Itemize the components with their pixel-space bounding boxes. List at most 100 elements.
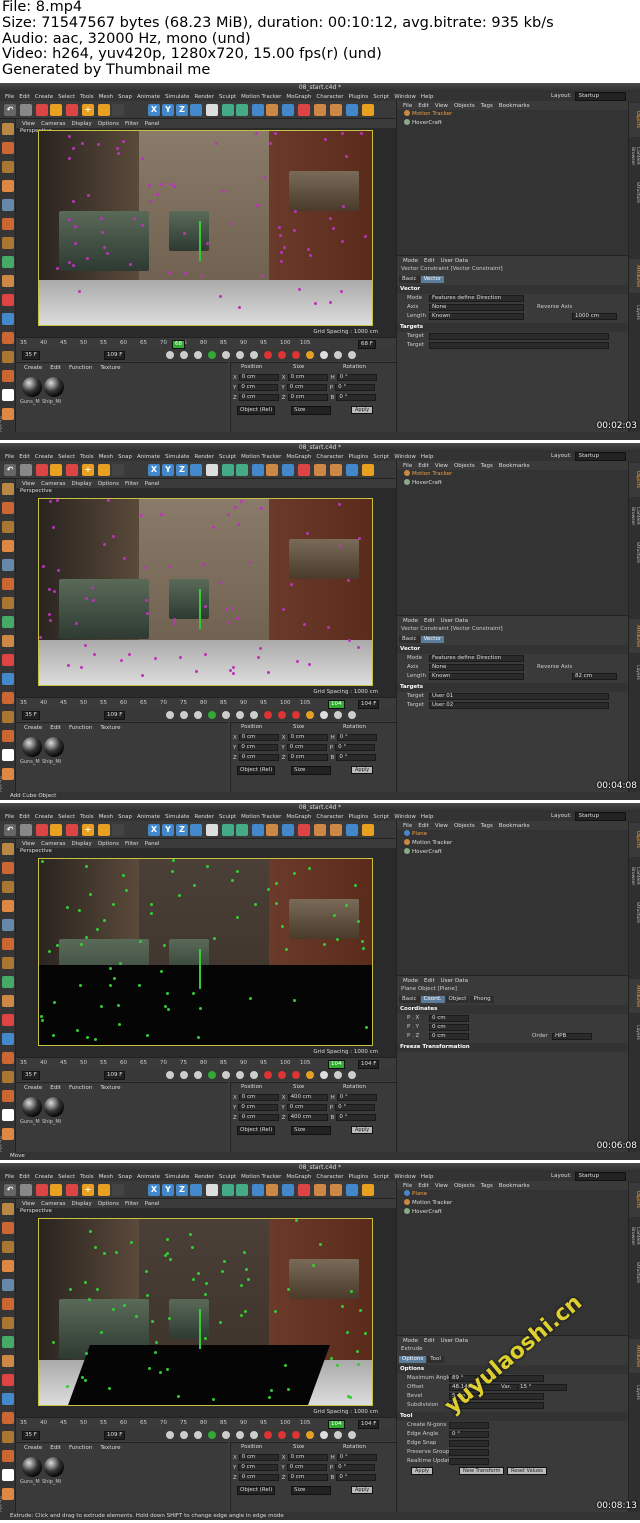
- viewport-menu-item[interactable]: View: [22, 121, 35, 127]
- menu-item[interactable]: Help: [421, 94, 434, 100]
- playback-control-icon[interactable]: [306, 711, 314, 719]
- playback-control-icon[interactable]: [250, 1071, 258, 1079]
- viewport-menu-item[interactable]: Filter: [125, 1201, 139, 1207]
- palette-tool-icon[interactable]: [2, 1260, 14, 1272]
- menu-item[interactable]: File: [5, 94, 14, 100]
- attribute-menu-item[interactable]: Edit: [424, 258, 435, 264]
- toolbar-tool-icon[interactable]: [362, 464, 374, 476]
- tool-button[interactable]: New Transform: [459, 1467, 505, 1475]
- playback-control-icon[interactable]: [194, 1071, 202, 1079]
- toolbar-tool-icon[interactable]: [282, 464, 294, 476]
- palette-tool-icon[interactable]: [2, 256, 14, 268]
- coord-position-field[interactable]: 0 cm: [238, 1464, 279, 1471]
- viewport-menu-item[interactable]: Panel: [145, 121, 160, 127]
- playback-control-icon[interactable]: [180, 351, 188, 359]
- menu-item[interactable]: Mesh: [99, 814, 113, 820]
- attribute-tab[interactable]: Options: [399, 1356, 427, 1363]
- palette-tool-icon[interactable]: [2, 540, 14, 552]
- coord-rotation-field[interactable]: 0 °: [336, 1474, 377, 1481]
- toolbar-tool-icon[interactable]: X: [148, 1184, 160, 1196]
- playback-control-icon[interactable]: [208, 711, 216, 719]
- playback-control-icon[interactable]: [222, 1071, 230, 1079]
- playback-control-icon[interactable]: [194, 1431, 202, 1439]
- viewport-menu-item[interactable]: View: [22, 481, 35, 487]
- attribute-menu-item[interactable]: User Data: [441, 978, 468, 984]
- menu-item[interactable]: Window: [394, 94, 416, 100]
- range-end-field[interactable]: 109 F: [104, 1071, 126, 1080]
- palette-tool-icon[interactable]: [2, 1374, 14, 1386]
- toolbar-tool-icon[interactable]: [222, 104, 234, 116]
- toolbar-tool-icon[interactable]: ↶: [4, 824, 16, 836]
- side-tab[interactable]: Objects: [629, 823, 640, 857]
- object-menu-item[interactable]: Bookmarks: [499, 823, 530, 829]
- palette-tool-icon[interactable]: [2, 483, 14, 495]
- playback-control-icon[interactable]: [306, 1071, 314, 1079]
- palette-tool-icon[interactable]: [2, 578, 14, 590]
- toolbar-tool-icon[interactable]: [190, 824, 202, 836]
- material-menu-item[interactable]: Create: [24, 725, 42, 731]
- viewport-menu-item[interactable]: Cameras: [41, 841, 65, 847]
- viewport[interactable]: Perspective Grid Spacing : 1000 cm: [16, 488, 396, 697]
- toolbar-tool-icon[interactable]: [236, 104, 248, 116]
- playback-control-icon[interactable]: [334, 351, 342, 359]
- playback-control-icon[interactable]: [348, 711, 356, 719]
- menu-item[interactable]: Mesh: [99, 1174, 113, 1180]
- attribute-menu-item[interactable]: Mode: [403, 1338, 418, 1344]
- playback-control-icon[interactable]: [320, 711, 328, 719]
- menu-item[interactable]: Character: [316, 1174, 343, 1180]
- object-menu-item[interactable]: View: [435, 1183, 448, 1189]
- menu-item[interactable]: Create: [35, 454, 53, 460]
- material-menu-item[interactable]: Texture: [100, 725, 120, 731]
- material-swatch[interactable]: [44, 737, 64, 757]
- playback-control-icon[interactable]: [180, 1431, 188, 1439]
- menu-item[interactable]: Motion Tracker: [241, 94, 281, 100]
- layout-value[interactable]: Startup: [574, 452, 626, 461]
- side-tab[interactable]: Content Browser: [629, 1219, 640, 1253]
- apply-button[interactable]: Apply: [351, 766, 374, 774]
- menu-item[interactable]: Simulate: [165, 1174, 189, 1180]
- menu-item[interactable]: Render: [194, 454, 214, 460]
- tool-button[interactable]: Reset Values: [507, 1467, 547, 1475]
- menu-item[interactable]: Sculpt: [219, 454, 236, 460]
- palette-tool-icon[interactable]: [2, 1109, 14, 1121]
- toolbar-tool-icon[interactable]: [362, 1184, 374, 1196]
- range-end-field[interactable]: 109 F: [104, 351, 126, 360]
- toolbar-tool-icon[interactable]: [112, 464, 124, 476]
- attribute-value[interactable]: Features define Direction: [429, 295, 524, 302]
- toolbar-tool-icon[interactable]: [362, 824, 374, 836]
- current-frame-marker[interactable]: 104: [328, 1060, 345, 1069]
- attribute-menu-item[interactable]: Mode: [403, 978, 418, 984]
- menu-item[interactable]: Script: [373, 1174, 389, 1180]
- playback-control-icon[interactable]: [264, 1431, 272, 1439]
- toolbar-tool-icon[interactable]: [252, 1184, 264, 1196]
- playback-control-icon[interactable]: [320, 1071, 328, 1079]
- coord-position-field[interactable]: 0 cm: [238, 1094, 279, 1101]
- toolbar-tool-icon[interactable]: [98, 464, 110, 476]
- coord-size-field[interactable]: 0 cm: [287, 734, 328, 741]
- toolbar-tool-icon[interactable]: [330, 464, 342, 476]
- palette-tool-icon[interactable]: [2, 1393, 14, 1405]
- palette-tool-icon[interactable]: [2, 502, 14, 514]
- menu-item[interactable]: Simulate: [165, 814, 189, 820]
- palette-tool-icon[interactable]: [2, 313, 14, 325]
- palette-tool-icon[interactable]: [2, 1279, 14, 1291]
- toolbar-tool-icon[interactable]: X: [148, 104, 160, 116]
- toolbar-tool-icon[interactable]: [314, 824, 326, 836]
- palette-tool-icon[interactable]: [2, 938, 14, 950]
- current-frame-field[interactable]: 104 F: [358, 700, 380, 709]
- palette-tool-icon[interactable]: [2, 1071, 14, 1083]
- palette-tool-icon[interactable]: [2, 881, 14, 893]
- toolbar-tool-icon[interactable]: [190, 1184, 202, 1196]
- menu-item[interactable]: Motion Tracker: [241, 814, 281, 820]
- playback-control-icon[interactable]: [166, 1071, 174, 1079]
- toolbar-tool-icon[interactable]: [206, 464, 218, 476]
- coord-mode-select[interactable]: Object (Rel): [237, 1486, 276, 1495]
- toolbar-tool-icon[interactable]: [266, 1184, 278, 1196]
- menu-item[interactable]: Character: [316, 454, 343, 460]
- coord-rotation-field[interactable]: 0 °: [336, 754, 377, 761]
- material-menu-item[interactable]: Edit: [50, 1445, 61, 1451]
- timeline-ruler[interactable]: 35 40 45 50 55 60 65 70 75 80 85 90 95 100 105 104 104 F: [16, 1417, 396, 1429]
- coord-rotation-field[interactable]: 0 °: [336, 734, 377, 741]
- coord-position-field[interactable]: 0 cm: [238, 1114, 279, 1121]
- palette-tool-icon[interactable]: [2, 673, 14, 685]
